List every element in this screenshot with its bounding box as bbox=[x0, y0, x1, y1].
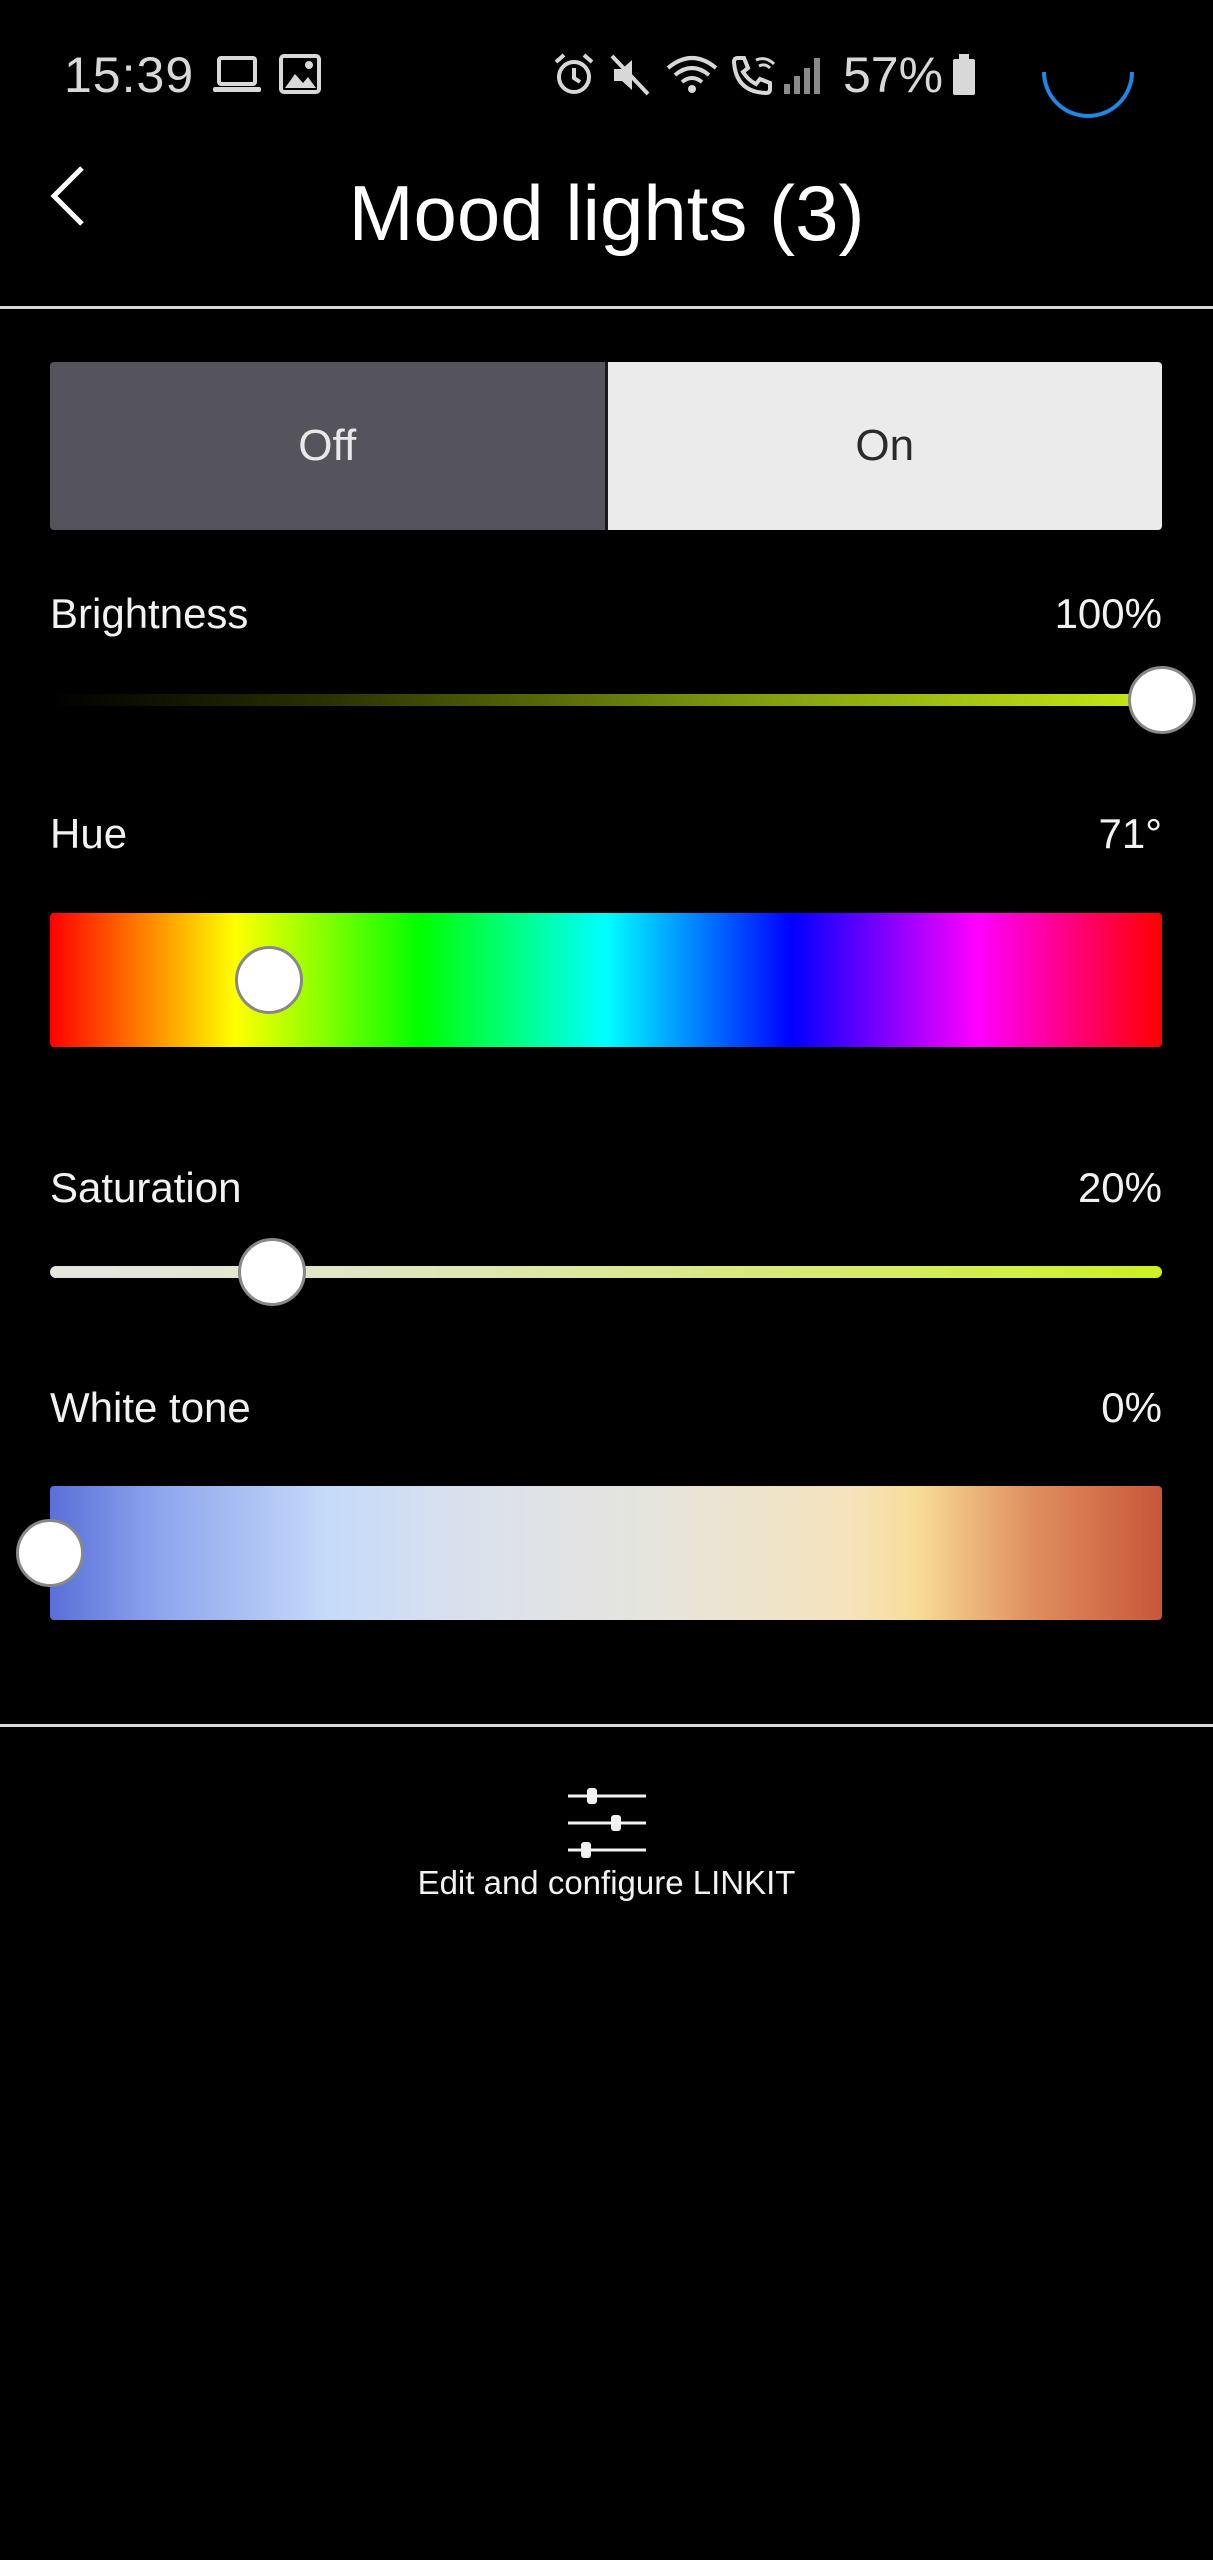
wifi-icon bbox=[666, 56, 718, 93]
laptop-icon bbox=[213, 56, 261, 92]
battery-percent: 57% bbox=[843, 47, 944, 103]
white-tone-slider-thumb[interactable] bbox=[16, 1519, 84, 1587]
page-title: Mood lights (3) bbox=[348, 169, 865, 257]
edit-configure-label: Edit and configure LINKIT bbox=[417, 1864, 796, 1901]
edit-configure-button[interactable]: Edit and configure LINKIT bbox=[350, 1780, 863, 1910]
image-icon bbox=[279, 54, 321, 94]
hue-value: 71° bbox=[1098, 810, 1162, 857]
brightness-slider-track[interactable] bbox=[50, 694, 1162, 706]
signal-icon bbox=[784, 58, 820, 94]
white-tone-label: White tone bbox=[50, 1384, 251, 1431]
brightness-label: Brightness bbox=[50, 590, 249, 637]
brightness-value: 100% bbox=[1054, 590, 1162, 637]
saturation-value: 20% bbox=[1077, 1164, 1162, 1211]
app-header: Mood lights (3) bbox=[0, 150, 1213, 308]
mute-icon bbox=[610, 54, 650, 96]
white-tone-value: 0% bbox=[1101, 1384, 1162, 1431]
brightness-slider-thumb[interactable] bbox=[1128, 666, 1196, 734]
footer-divider bbox=[0, 1724, 1213, 1727]
saturation-slider-track[interactable] bbox=[50, 1266, 1162, 1278]
sliders-icon bbox=[568, 1788, 646, 1858]
header-divider bbox=[0, 306, 1213, 309]
off-button[interactable]: Off bbox=[50, 362, 608, 530]
on-button[interactable]: On bbox=[607, 362, 1162, 530]
wifi-call-icon bbox=[731, 56, 776, 96]
white-tone-slider-track[interactable] bbox=[50, 1486, 1162, 1620]
saturation-label: Saturation bbox=[50, 1164, 242, 1211]
hue-slider-thumb[interactable] bbox=[235, 946, 304, 1014]
saturation-slider-thumb[interactable] bbox=[238, 1238, 307, 1306]
hue-slider-track[interactable] bbox=[50, 913, 1162, 1047]
status-time: 15:39 bbox=[64, 47, 195, 103]
loading-spinner-icon bbox=[1042, 71, 1134, 118]
battery-icon bbox=[953, 54, 975, 95]
hue-label: Hue bbox=[50, 810, 128, 857]
power-toggle: Off On bbox=[50, 362, 1162, 530]
alarm-icon bbox=[554, 53, 594, 94]
status-bar: 15:39 57% bbox=[0, 0, 1213, 150]
